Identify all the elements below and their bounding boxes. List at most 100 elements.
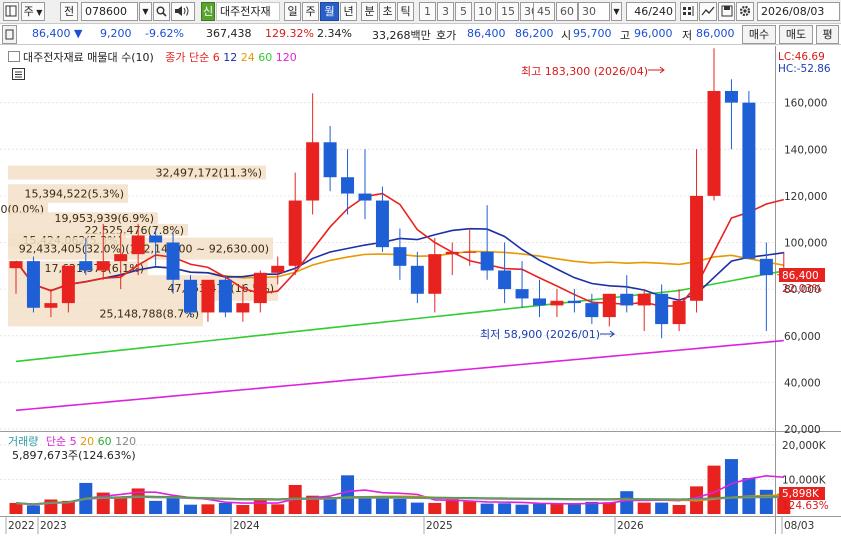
- volume-bar: [9, 502, 23, 514]
- candle-body: [393, 247, 407, 266]
- market-label: 주: [23, 5, 34, 18]
- legend-box-icon[interactable]: [8, 51, 20, 62]
- bid-price: 86,200: [515, 27, 554, 40]
- volume-bar: [184, 504, 197, 514]
- indicator-list-icon[interactable]: [12, 68, 25, 83]
- candle-body: [742, 102, 756, 259]
- candle-body: [9, 261, 23, 269]
- volume-bar: [533, 503, 546, 514]
- candle-body: [44, 303, 58, 308]
- volume-today: 367,438: [206, 27, 252, 40]
- high-price: 96,000: [634, 27, 673, 40]
- volume-bar: [428, 502, 442, 514]
- sound-icon[interactable]: [171, 2, 195, 21]
- volume-bar: [498, 503, 512, 514]
- low-price: 86,000: [696, 27, 735, 40]
- settings-icon[interactable]: [736, 2, 754, 21]
- count-value: 46: [634, 5, 649, 18]
- volume-bar: [620, 491, 634, 514]
- minute-10[interactable]: 10: [474, 2, 496, 21]
- candle-body: [306, 142, 320, 201]
- period-year[interactable]: 년: [340, 2, 357, 21]
- open-label: 시: [561, 29, 572, 42]
- minute-1[interactable]: 1: [419, 2, 436, 21]
- time-tick-label: 2024: [233, 520, 260, 532]
- order-panel-button[interactable]: [2, 25, 17, 44]
- volume-bar: [26, 505, 40, 514]
- minute-3[interactable]: 3: [437, 2, 454, 21]
- period-minute[interactable]: 분: [361, 2, 378, 21]
- date-input[interactable]: 2026/08/03: [757, 2, 840, 21]
- volume-bar: [201, 504, 215, 514]
- candle-body: [184, 279, 197, 313]
- candle-body: [585, 303, 599, 318]
- save-icon[interactable]: [718, 2, 735, 21]
- stock-name: 대주전자재: [216, 2, 280, 21]
- candle-body: [358, 193, 372, 201]
- stock-code-input[interactable]: 078600: [81, 2, 138, 21]
- period-tick[interactable]: 틱: [397, 2, 414, 21]
- interval-dropdown-icon[interactable]: ▼: [611, 2, 622, 21]
- period-week[interactable]: 주: [302, 2, 319, 21]
- chart-area[interactable]: 32,497,172(11.3%) 15,394,522(5.3%) 0(0.0%)…: [0, 46, 841, 534]
- interval-input[interactable]: 30: [578, 2, 610, 21]
- time-tick-label: 2023: [40, 520, 67, 532]
- sell-button[interactable]: 매도: [779, 25, 813, 44]
- buy-button[interactable]: 매수: [742, 25, 776, 44]
- period-second[interactable]: 초: [379, 2, 396, 21]
- minute-5[interactable]: 5: [455, 2, 472, 21]
- volume-bar: [44, 499, 58, 514]
- current-price-pct: 22.03%: [782, 283, 822, 295]
- crosshair-icon[interactable]: [680, 2, 698, 21]
- candle-body: [341, 177, 355, 194]
- candle-body: [533, 298, 546, 306]
- toolbar: 주 ▼ 전 078600 ▼ 신 대주전자재 일 주 월 년 분 초 틱 1 3…: [0, 0, 841, 24]
- volume-bar: [672, 505, 686, 514]
- trend-icon[interactable]: [699, 2, 717, 21]
- layout-icon[interactable]: [3, 2, 19, 21]
- turnover-percent: 2.34%: [317, 27, 352, 40]
- search-icon[interactable]: [153, 2, 170, 21]
- last-volume: 5,897,673주(124.63%): [12, 449, 136, 462]
- volume-tick-label: 20,000K: [782, 440, 827, 452]
- legend-ma-label: 종가 단순: [165, 51, 210, 64]
- hc-value: HC:-52.86: [778, 63, 831, 75]
- credit-badge: 신: [201, 2, 215, 21]
- minute-15[interactable]: 15: [497, 2, 519, 21]
- count-input[interactable]: 46/240: [626, 2, 676, 21]
- ask-label: 호가: [436, 29, 457, 42]
- trade-amount: 33,268백만: [372, 29, 431, 42]
- legend-ma120: 120: [275, 51, 297, 64]
- candle-body: [498, 270, 512, 290]
- period-day[interactable]: 일: [284, 2, 301, 21]
- count-total: /240: [648, 5, 673, 18]
- candle-body: [149, 235, 163, 243]
- minute-45[interactable]: 45: [533, 2, 555, 21]
- volume-bar: [445, 499, 459, 514]
- legend-ma24: 24: [240, 51, 255, 64]
- candle-body: [236, 303, 250, 313]
- price-tick-label: 20,000: [784, 424, 821, 436]
- lc-value: LC:46.69: [778, 51, 825, 63]
- prev-button[interactable]: 전: [60, 2, 78, 21]
- price-tick-label: 60,000: [784, 331, 821, 343]
- market-select[interactable]: 주 ▼: [21, 2, 45, 21]
- change-percent: -9.62%: [145, 27, 184, 40]
- legend-ma6: 6: [212, 51, 220, 64]
- candle-body: [375, 200, 389, 248]
- candle-body: [480, 251, 494, 271]
- eval-button[interactable]: 평: [816, 25, 839, 44]
- candle-body: [271, 265, 285, 273]
- candle-body: [672, 300, 686, 325]
- candle-body: [218, 279, 232, 313]
- minute-60[interactable]: 60: [556, 2, 578, 21]
- code-dropdown-icon[interactable]: ▼: [139, 2, 152, 21]
- candle-body: [550, 300, 564, 306]
- legend-ma60: 60: [258, 51, 273, 64]
- period-month[interactable]: 월: [320, 2, 339, 21]
- legend-title: 대주전자재료 매물대 수(10): [23, 51, 154, 64]
- candle-body: [201, 279, 215, 313]
- candle-body: [96, 261, 110, 271]
- candle-body: [131, 235, 145, 255]
- candle-body: [26, 261, 40, 308]
